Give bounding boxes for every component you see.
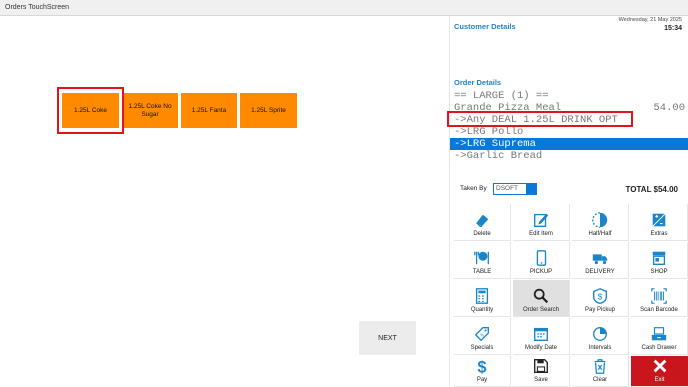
svg-text:$: $ [598,293,603,302]
order-search-label: Order Search [522,307,559,313]
extras-icon [652,213,666,227]
svg-text:$: $ [477,358,486,375]
order-total: TOTAL $54.00 [625,185,678,194]
save-button[interactable]: Save [513,356,570,387]
delete-button[interactable]: Delete [454,204,511,241]
drink-button-fanta[interactable]: 1.25L Fanta [181,93,237,128]
shop-icon [652,251,666,265]
edit-item-button[interactable]: Edit Item [513,204,570,241]
pickup-button[interactable]: PICKUP [513,242,570,279]
delivery-button[interactable]: DELIVERY [572,242,629,279]
extras-label: Extras [650,231,668,237]
pay-pickup-icon: $ [593,288,607,304]
table-label: TABLE [472,269,492,275]
half-circle-icon [592,212,608,228]
taken-by-label: Taken By [460,185,487,192]
date-display: Wednesday, 21 May 2025 [618,17,682,23]
trash-icon [594,359,606,374]
modify-date-label: Modify Date [524,345,557,351]
mobile-icon [536,250,547,266]
time-display: 15:34 [664,25,682,32]
shop-button[interactable]: SHOP [631,242,688,279]
scan-barcode-label: Scan Barcode [640,307,678,313]
drink-button-coke-no-sugar[interactable]: 1.25L Coke No Sugar [122,93,178,128]
shop-label: SHOP [650,269,668,275]
delivery-label: DELIVERY [585,269,615,275]
extras-button[interactable]: Extras [631,204,688,241]
order-line-pollo[interactable]: ->LRG Pollo [450,126,688,138]
save-icon [534,359,548,373]
pickup-label: PICKUP [529,269,553,275]
table-icon [474,251,489,265]
pay-pickup-button[interactable]: $ Pay Pickup [572,280,629,317]
order-panel: Customer Details Wednesday, 21 May 2025 … [449,16,688,387]
dollar-icon: $ [477,358,486,375]
order-details-title: Order Details [454,78,502,87]
table-button[interactable]: TABLE [454,242,511,279]
exit-label: Exit [654,377,665,383]
edit-item-label: Edit Item [529,231,553,237]
half-half-label: Half/Half [588,231,612,237]
eraser-icon [476,214,489,227]
customer-details-title: Customer Details [454,22,516,31]
modify-date-button[interactable]: Modify Date [513,318,570,355]
action-grid: Delete Edit Item Half/Half Extras TABLE … [454,204,688,387]
window-title: Orders TouchScreen [0,0,688,16]
intervals-button[interactable]: Intervals [572,318,629,355]
order-line-garlic-bread[interactable]: ->Garlic Bread [450,150,688,162]
selected-drink-highlight [57,87,124,134]
scan-barcode-button[interactable]: Scan Barcode [631,280,688,317]
specials-tag-icon: % [474,327,489,342]
drink-deal-highlight [447,111,633,127]
specials-button[interactable]: % Specials [454,318,511,355]
edit-icon [534,213,549,227]
next-button[interactable]: NEXT [359,321,416,355]
exit-button[interactable]: Exit [631,356,688,387]
calendar-icon [534,327,548,341]
drink-button-sprite[interactable]: 1.25L Sprite [240,93,297,128]
quantity-label: Quantity [470,307,494,313]
order-line-price: 54.00 [653,102,685,114]
specials-label: Specials [470,345,494,351]
clear-label: Clear [592,377,608,383]
save-label: Save [534,377,548,383]
pay-label: Pay [476,377,488,383]
cash-drawer-label: Cash Drawer [641,345,677,351]
order-line-suprema[interactable]: ->LRG Suprema [450,138,688,150]
clock-icon [593,327,607,341]
half-half-button[interactable]: Half/Half [572,204,629,241]
close-icon [653,359,666,373]
cash-drawer-button[interactable]: Cash Drawer [631,318,688,355]
search-icon [533,288,549,304]
cash-drawer-icon [651,327,667,341]
quantity-button[interactable]: Quantity [454,280,511,317]
clear-button[interactable]: Clear [572,356,629,387]
pay-button[interactable]: $ Pay [454,356,511,387]
taken-by-dropdown-icon[interactable] [526,183,537,195]
intervals-label: Intervals [588,345,612,351]
svg-text:%: % [480,333,484,338]
pay-pickup-label: Pay Pickup [584,307,615,313]
order-line-size[interactable]: == LARGE (1) == [450,90,688,102]
truck-icon [592,254,608,265]
calculator-icon [475,288,489,304]
delete-label: Delete [473,231,491,237]
order-search-button[interactable]: Order Search [513,280,570,317]
barcode-icon [651,288,667,304]
